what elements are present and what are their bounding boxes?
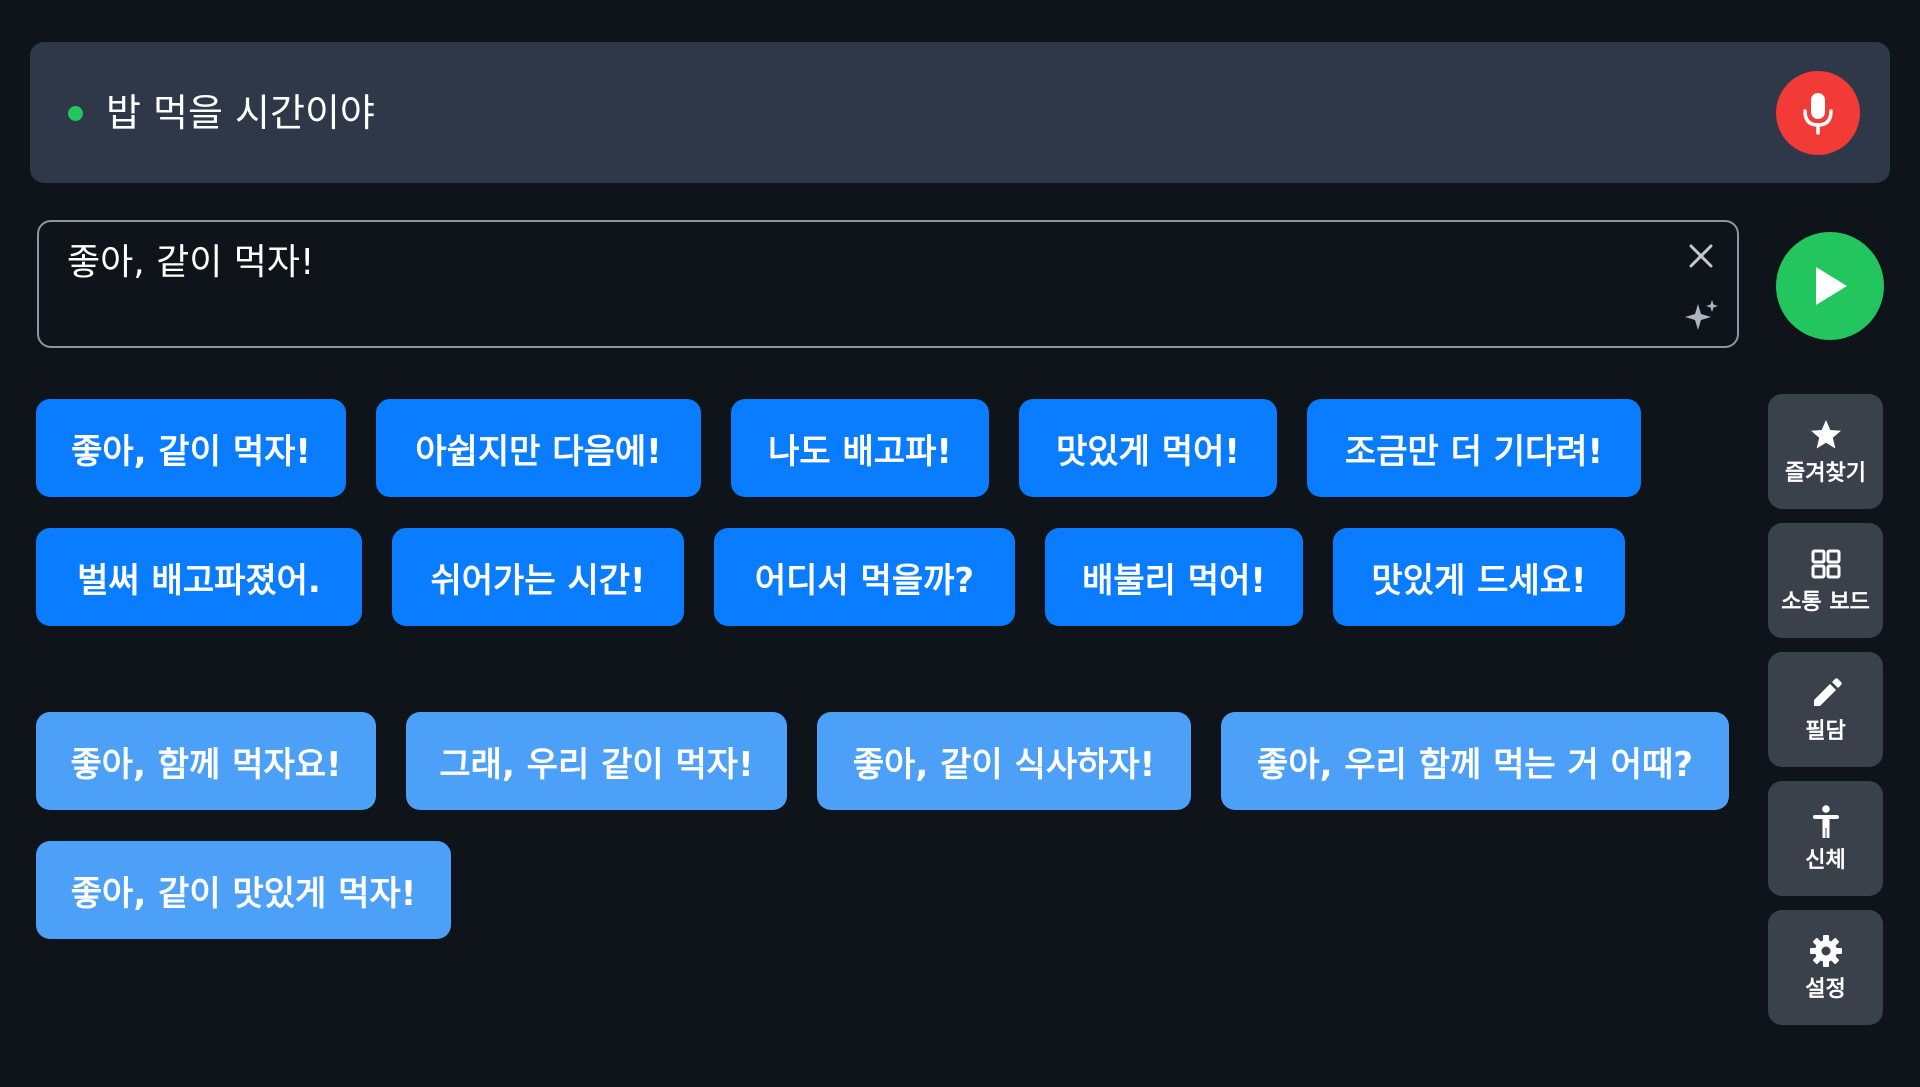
- suggestion-chip[interactable]: 어디서 먹을까?: [714, 528, 1015, 626]
- suggestion-chip[interactable]: 맛있게 드세요!: [1333, 528, 1625, 626]
- pencil-icon: [1813, 677, 1842, 706]
- suggestion-chip[interactable]: 배불리 먹어!: [1045, 528, 1303, 626]
- gear-icon: [1809, 934, 1842, 967]
- alternative-suggestion-chip[interactable]: 좋아, 같이 맛있게 먹자!: [36, 841, 451, 939]
- message-input[interactable]: 좋아, 같이 먹자!: [37, 220, 1739, 348]
- sidebar-item-writing[interactable]: 필담: [1768, 652, 1883, 767]
- sidebar-item-label: 즐겨찾기: [1785, 460, 1866, 486]
- microphone-button[interactable]: [1776, 71, 1860, 155]
- body-icon: [1812, 804, 1839, 838]
- microphone-icon: [1803, 93, 1833, 135]
- suggestion-chip[interactable]: 좋아, 같이 먹자!: [36, 399, 346, 497]
- star-icon: [1810, 419, 1841, 448]
- suggestion-chip[interactable]: 벌써 배고파졌어.: [36, 528, 362, 626]
- alternative-suggestion-chip[interactable]: 좋아, 함께 먹자요!: [36, 712, 376, 810]
- sidebar-item-label: 소통 보드: [1781, 589, 1870, 615]
- sidebar-item-body[interactable]: 신체: [1768, 781, 1883, 896]
- listening-indicator-dot: [68, 106, 83, 121]
- sidebar-item-favorites[interactable]: 즐겨찾기: [1768, 394, 1883, 509]
- suggestion-chip[interactable]: 맛있게 먹어!: [1019, 399, 1277, 497]
- suggestion-chip[interactable]: 나도 배고파!: [731, 399, 989, 497]
- suggestion-chip[interactable]: 조금만 더 기다려!: [1307, 399, 1641, 497]
- alternative-suggestion-chip[interactable]: 좋아, 우리 함께 먹는 거 어때?: [1221, 712, 1729, 810]
- message-input-text: 좋아, 같이 먹자!: [67, 242, 315, 283]
- suggestion-chip[interactable]: 쉬어가는 시간!: [392, 528, 684, 626]
- alternative-suggestion-chip[interactable]: 그래, 우리 같이 먹자!: [406, 712, 787, 810]
- sidebar-item-settings[interactable]: 설정: [1768, 910, 1883, 1025]
- suggestion-chip[interactable]: 아쉽지만 다음에!: [376, 399, 701, 497]
- sidebar-item-label: 필담: [1805, 718, 1846, 744]
- sidebar-item-label: 설정: [1805, 976, 1846, 1002]
- recognized-speech-text: 밥 먹을 시간이야: [106, 91, 375, 135]
- close-icon[interactable]: [1686, 241, 1716, 271]
- speak-play-button[interactable]: [1776, 232, 1884, 340]
- sparkle-icon[interactable]: [1684, 298, 1720, 334]
- alternative-suggestion-chip[interactable]: 좋아, 같이 식사하자!: [817, 712, 1191, 810]
- sidebar-item-label: 신체: [1805, 847, 1846, 873]
- sidebar-item-communication-board[interactable]: 소통 보드: [1768, 523, 1883, 638]
- play-icon: [1816, 267, 1847, 305]
- grid-icon: [1811, 549, 1840, 578]
